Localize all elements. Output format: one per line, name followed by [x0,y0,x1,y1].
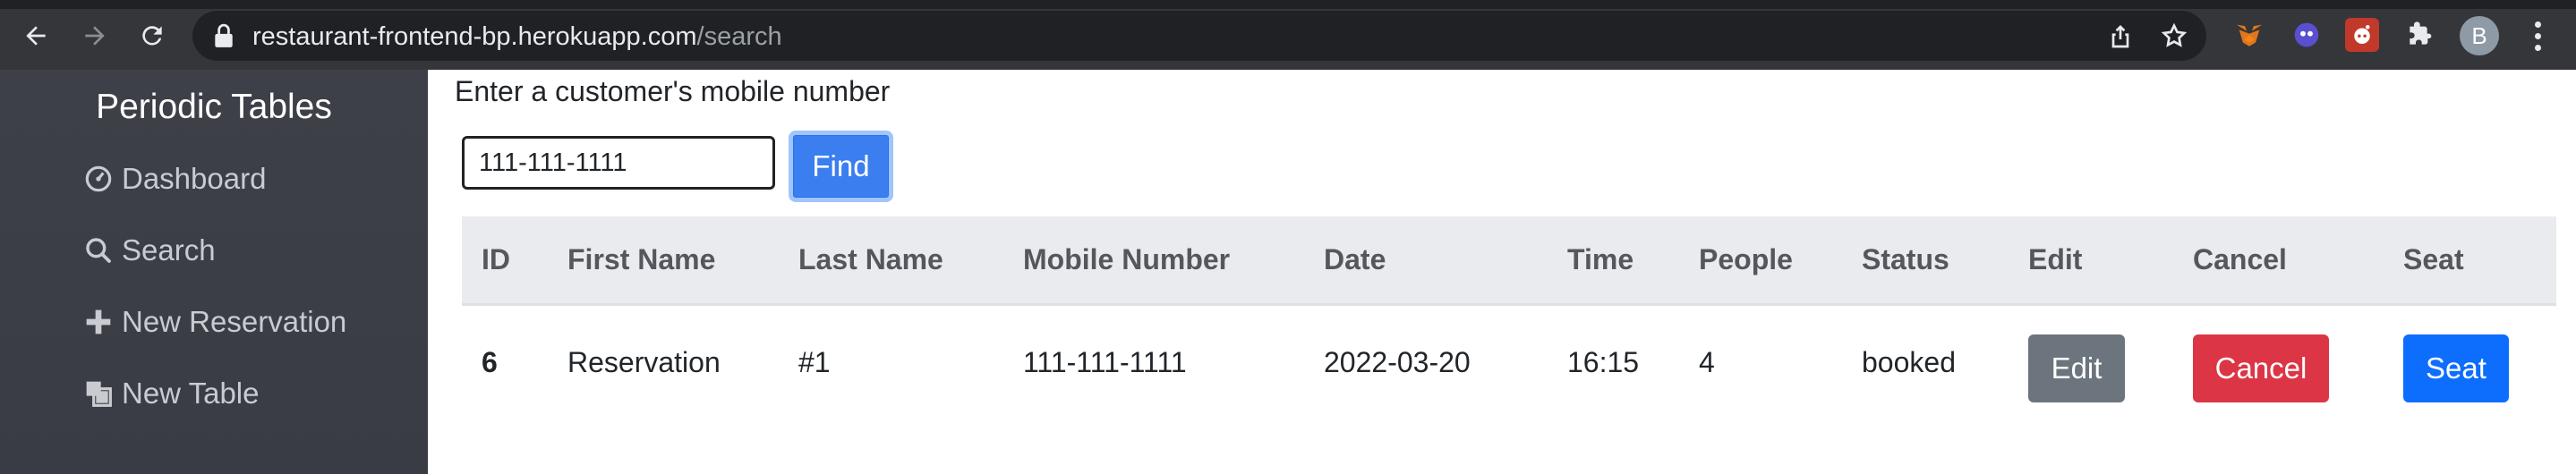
edit-cell: Edit [2009,304,2173,420]
mobile-number-cell: 111-111-1111 [1023,346,1187,379]
mobile-number-input[interactable] [462,136,775,190]
dashboard-icon [85,165,112,192]
sidebar-item-label: Search [122,233,216,267]
people-cell: 4 [1699,346,1715,379]
cancel-cell: Cancel [2173,304,2384,420]
first-name-cell: Reservation [567,346,721,379]
search-icon [86,238,111,263]
column-header-mobile-number: Mobile Number [1003,216,1304,306]
date-cell: 2022-03-20 [1324,346,1471,379]
browser-menu-icon[interactable] [2524,18,2551,54]
url-host: restaurant-frontend-bp.herokuapp.com [252,22,697,51]
profile-avatar[interactable]: B [2460,16,2499,55]
bookmark-star-icon[interactable] [2160,21,2188,50]
column-header-id: ID [462,216,548,306]
browser-toolbar: restaurant-frontend-bp.herokuapp.com/sea… [0,0,2576,70]
sidebar-item-label: New Reservation [122,305,347,338]
layers-icon [86,381,112,407]
status-cell: booked [1862,346,1956,379]
sidebar: Periodic Tables Dashboard Search New Res… [0,70,428,474]
url-path: /search [696,22,782,51]
forward-button[interactable] [75,16,115,55]
sidebar-item-label: Dashboard [122,162,267,195]
column-header-status: Status [1842,216,2009,306]
sidebar-item-dashboard[interactable]: Dashboard [84,157,266,201]
arrow-right-icon [85,26,105,46]
sidebar-item-new-table[interactable]: New Table [84,371,259,416]
address-bar[interactable]: restaurant-frontend-bp.herokuapp.com/sea… [192,11,2206,61]
reload-icon [142,26,162,46]
ghost-extension-icon[interactable] [2290,18,2324,52]
extensions-puzzle-icon[interactable] [2402,18,2436,52]
search-page: Enter a customer's mobile number Find ID… [428,70,2576,474]
seat-button[interactable]: Seat [2403,334,2509,402]
column-header-people: People [1679,216,1842,306]
tab-strip [0,0,2576,9]
brand-title[interactable]: Periodic Tables [0,88,428,127]
plus-icon [86,309,111,334]
sidebar-item-new-reservation[interactable]: New Reservation [84,300,346,344]
edit-button[interactable]: Edit [2028,334,2125,402]
sidebar-item-search[interactable]: Search [84,228,216,273]
arrow-left-icon [26,26,46,46]
sidebar-item-label: New Table [122,377,260,410]
share-icon[interactable] [2106,21,2135,50]
column-header-cancel: Cancel [2173,216,2384,306]
reddit-extension-icon[interactable] [2345,18,2379,52]
url-text: restaurant-frontend-bp.herokuapp.com/sea… [252,22,782,52]
column-header-last-name: Last Name [779,216,1003,306]
cancel-button[interactable]: Cancel [2193,334,2329,402]
reservation-id: 6 [482,346,498,379]
column-header-first-name: First Name [548,216,779,306]
column-header-time: Time [1548,216,1679,306]
time-cell: 16:15 [1567,346,1640,379]
seat-cell: Seat [2384,304,2556,420]
lock-icon [215,23,233,47]
column-header-edit: Edit [2009,216,2173,306]
back-button[interactable] [16,16,55,55]
mobile-number-label: Enter a customer's mobile number [455,75,891,107]
reservations-table: ID First Name Last Name Mobile Number Da… [462,216,2556,420]
metamask-extension-icon[interactable] [2232,18,2266,52]
last-name-cell: #1 [798,346,831,379]
column-header-date: Date [1304,216,1548,306]
table-row: 6 Reservation #1 111-111-1111 2022-03-20… [462,304,2556,420]
find-button[interactable]: Find [789,131,893,202]
reload-button[interactable] [132,16,172,55]
column-header-seat: Seat [2384,216,2556,306]
table-header-row: ID First Name Last Name Mobile Number Da… [462,216,2556,306]
